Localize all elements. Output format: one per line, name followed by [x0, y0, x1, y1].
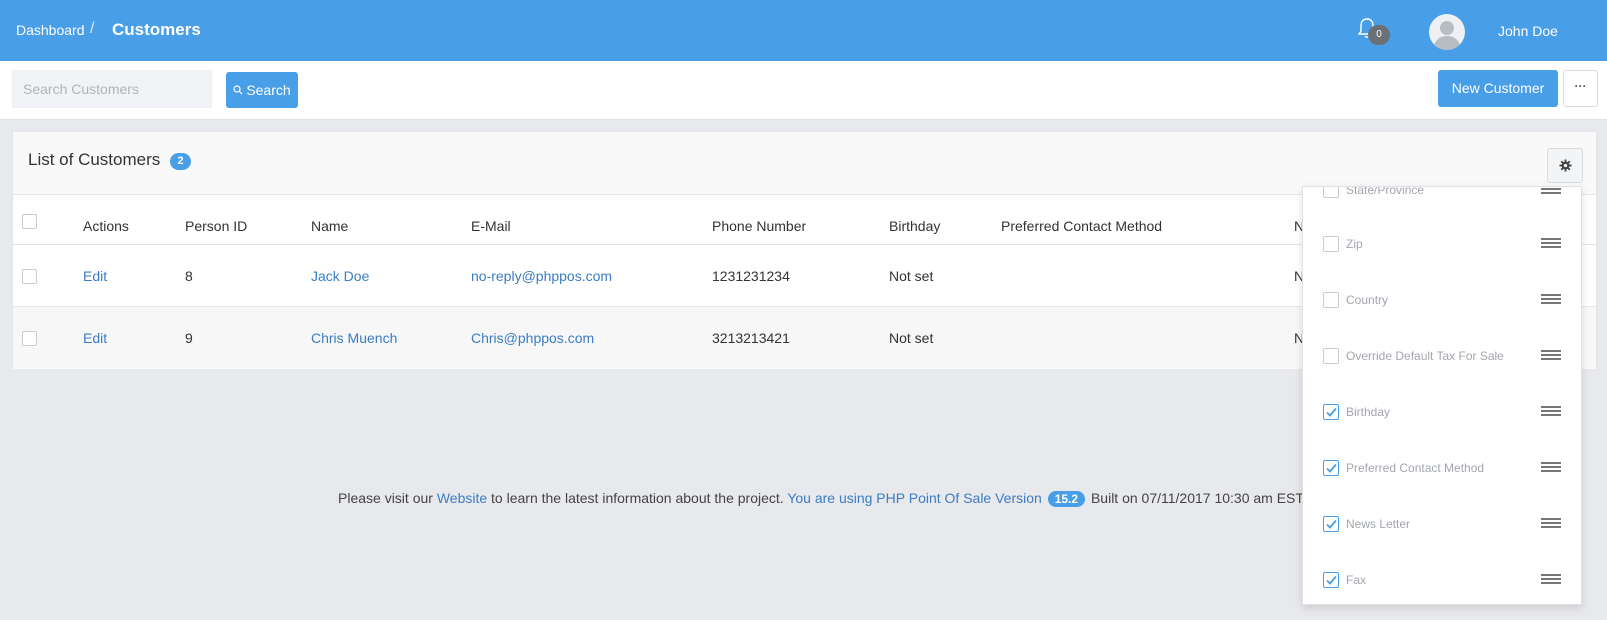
build-info: Built on 07/11/2017 10:30 am EST — [1090, 490, 1304, 506]
user-name[interactable]: John Doe — [1498, 23, 1558, 39]
row-checkbox[interactable] — [22, 269, 37, 284]
footer-prefix: Please visit our — [338, 490, 433, 506]
column-checkbox-checked[interactable] — [1323, 516, 1339, 532]
version-badge: 15.2 — [1047, 491, 1086, 507]
page-title: Customers — [112, 20, 201, 39]
search-button[interactable]: Search — [226, 72, 298, 108]
top-bar: Dashboard / Customers 0 John Doe — [0, 0, 1607, 61]
panel-title: List of Customers — [28, 150, 161, 169]
column-option-label: Override Default Tax For Sale — [1346, 349, 1504, 363]
column-checkbox[interactable] — [1323, 292, 1339, 308]
column-option-label: Zip — [1346, 237, 1363, 251]
row-checkbox[interactable] — [22, 331, 37, 346]
drag-handle-icon[interactable] — [1541, 238, 1561, 248]
new-customer-button[interactable]: New Customer — [1438, 70, 1558, 107]
search-button-label: Search — [246, 82, 291, 98]
edit-link[interactable]: Edit — [83, 268, 107, 284]
column-header-actions[interactable]: Actions — [83, 218, 129, 234]
column-settings-button[interactable] — [1547, 148, 1583, 183]
notification-count-badge: 0 — [1368, 25, 1390, 45]
email-link[interactable]: no-reply@phppos.com — [471, 268, 612, 284]
column-header-name[interactable]: Name — [311, 218, 348, 234]
column-option-contact-method[interactable]: Preferred Contact Method — [1303, 453, 1581, 483]
column-checkbox[interactable] — [1323, 236, 1339, 252]
column-header-person-id[interactable]: Person ID — [185, 218, 247, 234]
column-header-birthday[interactable]: Birthday — [889, 218, 940, 234]
footer-middle: to learn the latest information about th… — [491, 490, 784, 506]
footer-note: Please visit our Website to learn the la… — [338, 490, 1304, 507]
search-input[interactable] — [12, 70, 212, 108]
birthday-cell: Not set — [889, 268, 934, 284]
column-option-label: State/Province — [1346, 186, 1425, 197]
column-header-phone[interactable]: Phone Number — [712, 218, 806, 234]
column-chooser-dropdown: State/Province Zip Country Override Defa… — [1302, 186, 1582, 605]
checkmark-icon — [1326, 407, 1337, 417]
column-option-label: Birthday — [1346, 405, 1391, 419]
column-option-newsletter[interactable]: News Letter — [1303, 509, 1581, 539]
customer-name-link[interactable]: Jack Doe — [311, 268, 369, 284]
column-option-fax[interactable]: Fax — [1303, 565, 1581, 595]
breadcrumb-dashboard[interactable]: Dashboard — [16, 22, 85, 38]
drag-handle-icon[interactable] — [1541, 294, 1561, 304]
phone-cell: 3213213421 — [712, 330, 790, 346]
drag-handle-icon[interactable] — [1541, 350, 1561, 360]
column-header-contact-method[interactable]: Preferred Contact Method — [1001, 218, 1162, 234]
breadcrumb-separator: / — [90, 20, 95, 37]
drag-handle-icon[interactable] — [1541, 574, 1561, 584]
column-option-label: Country — [1346, 293, 1389, 307]
person-id-cell: 8 — [185, 268, 193, 284]
column-checkbox-checked[interactable] — [1323, 572, 1339, 588]
website-link[interactable]: Website — [437, 490, 487, 506]
avatar[interactable] — [1429, 14, 1465, 50]
column-option-label: Fax — [1346, 573, 1367, 587]
column-option-birthday[interactable]: Birthday — [1303, 397, 1581, 427]
search-icon — [233, 85, 243, 95]
column-option-override-tax[interactable]: Override Default Tax For Sale — [1303, 341, 1581, 371]
column-header-email[interactable]: E-Mail — [471, 218, 511, 234]
person-id-cell: 9 — [185, 330, 193, 346]
gear-icon — [1558, 159, 1572, 172]
customer-name-link[interactable]: Chris Muench — [311, 330, 397, 346]
column-option-label: News Letter — [1346, 517, 1411, 531]
drag-handle-icon[interactable] — [1541, 406, 1561, 416]
column-option-label: Preferred Contact Method — [1346, 461, 1485, 475]
column-checkbox-checked[interactable] — [1323, 404, 1339, 420]
version-link[interactable]: You are using PHP Point Of Sale Version — [787, 490, 1042, 506]
user-silhouette-icon — [1433, 21, 1461, 50]
customer-count-badge: 2 — [170, 153, 191, 170]
drag-handle-icon[interactable] — [1541, 187, 1561, 194]
checkmark-icon — [1326, 519, 1337, 529]
column-option-zip[interactable]: Zip — [1303, 229, 1581, 259]
column-checkbox[interactable] — [1323, 187, 1339, 198]
drag-handle-icon[interactable] — [1541, 462, 1561, 472]
column-checkbox[interactable] — [1323, 348, 1339, 364]
column-checkbox-checked[interactable] — [1323, 460, 1339, 476]
checkmark-icon — [1326, 463, 1337, 473]
email-link[interactable]: Chris@phppos.com — [471, 330, 594, 346]
toolbar: Search New Customer ··· — [0, 61, 1607, 120]
more-options-button[interactable]: ··· — [1563, 70, 1598, 107]
phone-cell: 1231231234 — [712, 268, 790, 284]
birthday-cell: Not set — [889, 330, 934, 346]
checkmark-icon — [1326, 575, 1337, 585]
select-all-checkbox[interactable] — [22, 214, 37, 229]
edit-link[interactable]: Edit — [83, 330, 107, 346]
drag-handle-icon[interactable] — [1541, 518, 1561, 528]
column-option-country[interactable]: Country — [1303, 285, 1581, 315]
column-option-state[interactable]: State/Province — [1303, 186, 1581, 205]
